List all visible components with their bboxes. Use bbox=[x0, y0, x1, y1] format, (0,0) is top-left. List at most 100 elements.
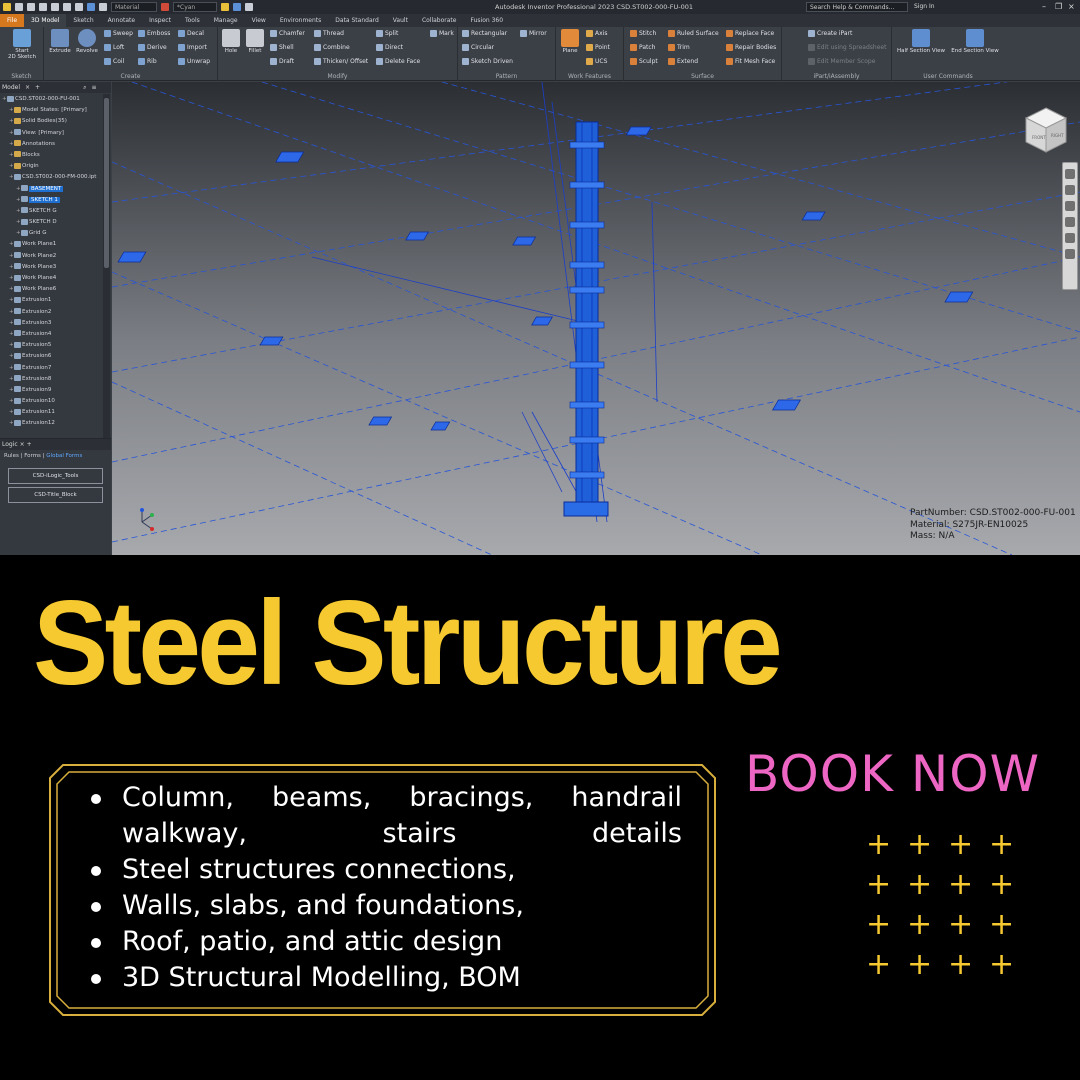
restore-icon[interactable]: ❐ bbox=[1055, 2, 1062, 11]
tab-environments[interactable]: Environments bbox=[273, 14, 328, 27]
browser-tree-item[interactable]: + Extrusion4 bbox=[0, 329, 102, 340]
tab-file[interactable]: File bbox=[0, 14, 25, 27]
browser-tree-item[interactable]: + Model States: [Primary] bbox=[0, 105, 102, 116]
point-button[interactable]: Point bbox=[586, 44, 610, 51]
appearance-icon[interactable] bbox=[161, 3, 169, 11]
coil-button[interactable]: Coil bbox=[104, 58, 124, 65]
circular-pattern-button[interactable]: Circular bbox=[462, 44, 494, 51]
browser-tree-item[interactable]: + Extrusion8 bbox=[0, 374, 102, 385]
tab-fusion-360[interactable]: Fusion 360 bbox=[463, 14, 510, 27]
browser-tree-item[interactable]: + SKETCH D bbox=[0, 217, 102, 228]
draft-button[interactable]: Draft bbox=[270, 58, 294, 65]
help-search-input[interactable]: Search Help & Commands... bbox=[806, 2, 908, 12]
sculpt-button[interactable]: Sculpt bbox=[630, 58, 658, 65]
browser-tree-item[interactable]: + Extrusion10 bbox=[0, 396, 102, 407]
browser-tree-item[interactable]: + Work Plane3 bbox=[0, 262, 102, 273]
browser-scrollbar[interactable] bbox=[103, 94, 110, 439]
redo-icon[interactable] bbox=[63, 3, 71, 11]
end-section-view-button[interactable]: End Section View bbox=[948, 29, 1002, 54]
sign-in-link[interactable]: Sign In bbox=[914, 3, 935, 10]
tab-logic[interactable]: Logic bbox=[2, 441, 18, 448]
mirror-button[interactable]: Mirror bbox=[520, 30, 547, 37]
start-2d-sketch-button[interactable]: Start 2D Sketch bbox=[4, 29, 40, 60]
browser-tree-item[interactable]: + Work Plane6 bbox=[0, 284, 102, 295]
browser-tree-item[interactable]: + SKETCH G bbox=[0, 206, 102, 217]
tab-data-standard[interactable]: Data Standard bbox=[328, 14, 386, 27]
appearance-select[interactable]: *Cyan bbox=[173, 2, 217, 12]
update-icon[interactable] bbox=[99, 3, 107, 11]
zoom-icon[interactable] bbox=[1065, 201, 1075, 211]
sketch-driven-pattern-button[interactable]: Sketch Driven bbox=[462, 58, 513, 65]
rectangular-pattern-button[interactable]: Rectangular bbox=[462, 30, 507, 37]
orbit-icon[interactable] bbox=[1065, 217, 1075, 227]
browser-tree-item[interactable]: + Extrusion11 bbox=[0, 407, 102, 418]
delete-face-button[interactable]: Delete Face bbox=[376, 58, 420, 65]
browser-tree-item[interactable]: + Blocks bbox=[0, 150, 102, 161]
ilogic-tools-button[interactable]: CSD-iLogic_Tools bbox=[8, 468, 103, 484]
pan-icon[interactable] bbox=[1065, 185, 1075, 195]
browser-tree-item[interactable]: + Extrusion1 bbox=[0, 295, 102, 306]
browser-tree-item[interactable]: + Grid G bbox=[0, 228, 102, 239]
revolve-button[interactable]: Revolve bbox=[73, 29, 101, 54]
decal-button[interactable]: Decal bbox=[178, 30, 204, 37]
book-now-button[interactable]: BOOK NOW bbox=[745, 740, 1040, 808]
fit-mesh-face-button[interactable]: Fit Mesh Face bbox=[726, 58, 775, 65]
browser-tree-item[interactable]: + Extrusion6 bbox=[0, 351, 102, 362]
ucs-button[interactable]: UCS bbox=[586, 58, 607, 65]
unwrap-button[interactable]: Unwrap bbox=[178, 58, 210, 65]
ruled-surface-button[interactable]: Ruled Surface bbox=[668, 30, 719, 37]
browser-tree-item[interactable]: + View: [Primary] bbox=[0, 128, 102, 139]
tab-vault[interactable]: Vault bbox=[386, 14, 415, 27]
search-icon[interactable]: ⌕ bbox=[83, 82, 86, 93]
browser-tree-item[interactable]: + Extrusion9 bbox=[0, 385, 102, 396]
edit-spreadsheet-button[interactable]: Edit using Spreadsheet bbox=[808, 44, 886, 51]
tab-annotate[interactable]: Annotate bbox=[101, 14, 142, 27]
stitch-button[interactable]: Stitch bbox=[630, 30, 656, 37]
extend-button[interactable]: Extend bbox=[668, 58, 698, 65]
tab-tools[interactable]: Tools bbox=[178, 14, 207, 27]
shell-button[interactable]: Shell bbox=[270, 44, 294, 51]
split-button[interactable]: Split bbox=[376, 30, 398, 37]
tab-sketch[interactable]: Sketch bbox=[66, 14, 100, 27]
select-icon[interactable] bbox=[87, 3, 95, 11]
tab-model[interactable]: Model bbox=[2, 82, 20, 93]
material-select[interactable]: Material bbox=[111, 2, 157, 12]
home-icon[interactable] bbox=[75, 3, 83, 11]
tab-collaborate[interactable]: Collaborate bbox=[415, 14, 464, 27]
hole-button[interactable]: Hole bbox=[220, 29, 242, 54]
new-file-icon[interactable] bbox=[15, 3, 23, 11]
browser-tree-item[interactable]: + Extrusion7 bbox=[0, 363, 102, 374]
repair-bodies-button[interactable]: Repair Bodies bbox=[726, 44, 776, 51]
thread-button[interactable]: Thread bbox=[314, 30, 344, 37]
graphics-viewport[interactable]: FRONT RIGHT PartNumber: CSD.ST002-000-FU… bbox=[112, 82, 1080, 555]
browser-tree-item[interactable]: + CSD.ST002-000-FU-001 bbox=[0, 94, 102, 105]
create-ipart-button[interactable]: Create iPart bbox=[808, 30, 852, 37]
close-icon[interactable]: × bbox=[20, 441, 25, 448]
patch-button[interactable]: Patch bbox=[630, 44, 655, 51]
rib-button[interactable]: Rib bbox=[138, 58, 157, 65]
browser-tree-item[interactable]: + BASEMENT bbox=[0, 184, 102, 195]
browser-tree-item[interactable]: + Extrusion5 bbox=[0, 340, 102, 351]
thicken-offset-button[interactable]: Thicken/ Offset bbox=[314, 58, 368, 65]
nav-menu-icon[interactable] bbox=[1065, 249, 1075, 259]
title-block-button[interactable]: CSD-Title_Block bbox=[8, 487, 103, 503]
fx-icon[interactable] bbox=[245, 3, 253, 11]
add-tab-icon[interactable]: + bbox=[35, 82, 40, 93]
save-icon[interactable] bbox=[39, 3, 47, 11]
tab-global-forms[interactable]: Global Forms bbox=[46, 453, 82, 459]
menu-icon[interactable]: ≡ bbox=[91, 82, 96, 93]
tab-forms[interactable]: Forms bbox=[24, 453, 41, 459]
browser-tree-item[interactable]: + Work Plane1 bbox=[0, 239, 102, 250]
close-icon[interactable]: × bbox=[25, 82, 30, 93]
extrude-button[interactable]: Extrude bbox=[47, 29, 73, 54]
combine-button[interactable]: Combine bbox=[314, 44, 350, 51]
tab-view[interactable]: View bbox=[245, 14, 273, 27]
browser-tree-item[interactable]: + Origin bbox=[0, 161, 102, 172]
browser-tree-item[interactable]: + SKETCH 1 bbox=[0, 195, 102, 206]
viewcube[interactable]: FRONT RIGHT bbox=[1024, 106, 1068, 156]
plane-button[interactable]: Plane bbox=[559, 29, 581, 54]
browser-tree-item[interactable]: + Annotations bbox=[0, 139, 102, 150]
loft-button[interactable]: Loft bbox=[104, 44, 124, 51]
half-section-view-button[interactable]: Half Section View bbox=[894, 29, 948, 54]
browser-tree-item[interactable]: + CSD.ST002-000-FM-000.ipt bbox=[0, 172, 102, 183]
